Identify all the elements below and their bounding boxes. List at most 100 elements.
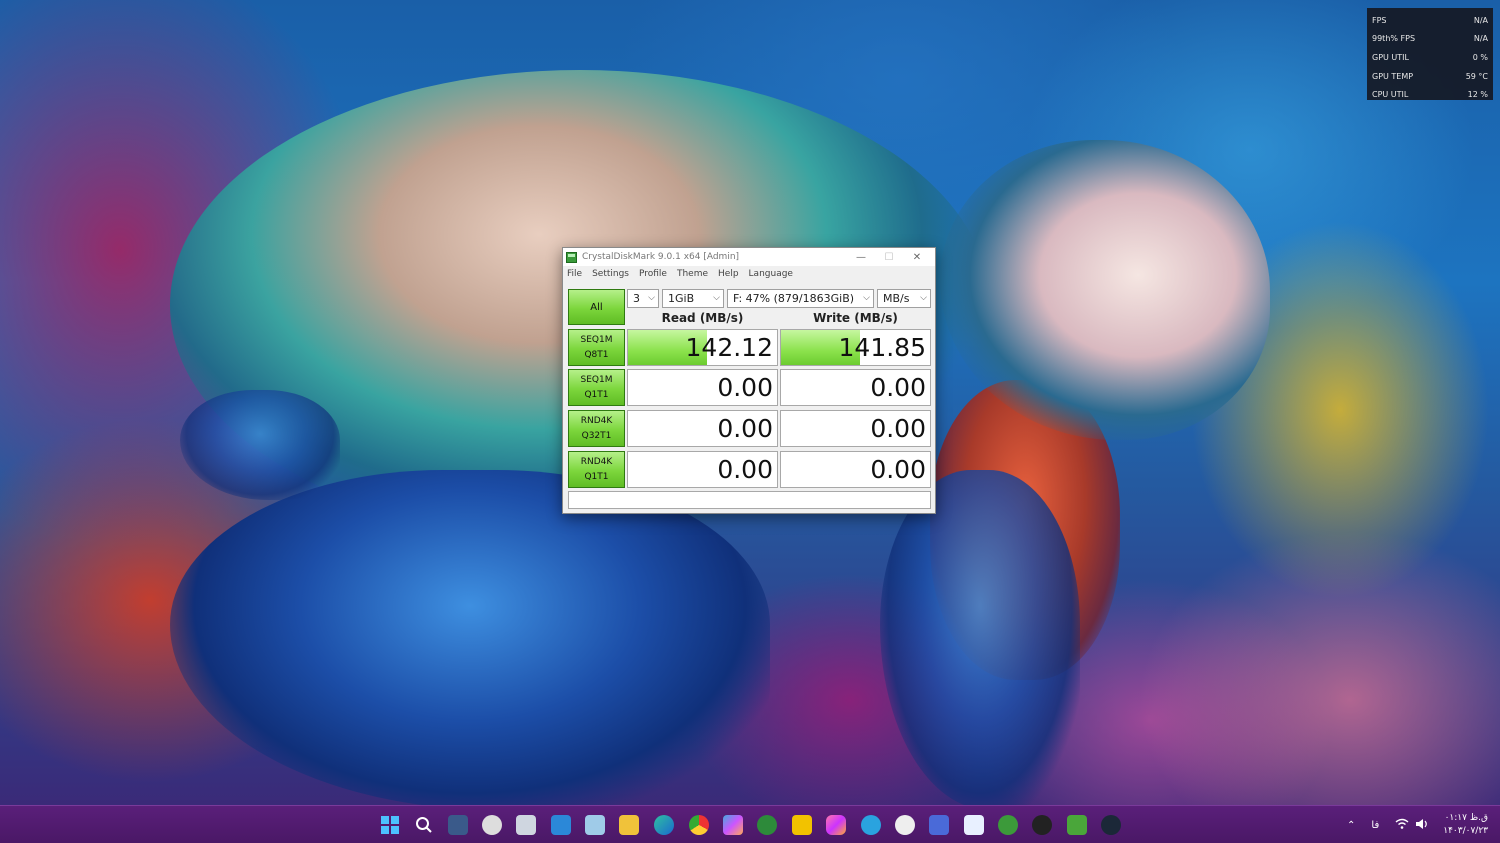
menu-language[interactable]: Language (749, 269, 793, 279)
write-result-seq1m-q8t1: 141.85 (780, 329, 931, 366)
clock-app-icon[interactable] (482, 815, 502, 835)
menu-theme[interactable]: Theme (677, 269, 708, 279)
unit-select[interactable]: MB/s ⌵ (877, 289, 931, 308)
overlay-value: 0 % (1472, 52, 1488, 62)
read-result-seq1m-q8t1: 142.12 (627, 329, 778, 366)
title-bar[interactable]: CrystalDiskMark 9.0.1 x64 [Admin] — ☐ ✕ (563, 248, 935, 266)
test-label: RND4K (580, 456, 613, 467)
overlay-row-gpu-temp: GPU TEMP 59 °C (1372, 67, 1488, 86)
maximize-button[interactable]: ☐ (875, 248, 903, 266)
turtle-rear-flipper (880, 470, 1080, 805)
count-select-value: 3 (633, 292, 640, 305)
test-label: Q32T1 (581, 430, 612, 441)
overlay-row-fps: FPS N/A (1372, 11, 1488, 30)
minimize-icon: — (856, 251, 866, 263)
write-result-rnd4k-q32t1: 0.00 (780, 410, 931, 447)
test-label: Q1T1 (584, 471, 609, 482)
steam-icon[interactable] (1101, 815, 1121, 835)
language-indicator[interactable]: فا (1371, 820, 1379, 831)
read-header: Read (MB/s) (661, 311, 744, 325)
all-button-label: All (590, 301, 603, 313)
telegram-icon[interactable] (861, 815, 881, 835)
drive-select[interactable]: F: 47% (879/1863GiB) ⌵ (727, 289, 874, 308)
menu-bar: File Settings Profile Theme Help Languag… (563, 266, 935, 282)
all-button[interactable]: All (568, 289, 625, 325)
overlay-value: 12 % (1467, 90, 1488, 100)
write-value: 0.00 (870, 373, 926, 402)
unit-select-value: MB/s (883, 292, 910, 305)
write-result-rnd4k-q1t1: 0.00 (780, 451, 931, 488)
copilot-icon[interactable] (723, 815, 743, 835)
read-result-seq1m-q1t1: 0.00 (627, 369, 778, 406)
window-title: CrystalDiskMark 9.0.1 x64 [Admin] (582, 252, 740, 262)
write-value: 141.85 (838, 333, 926, 362)
test-button-rnd4k-q32t1[interactable]: RND4K Q32T1 (568, 410, 625, 447)
menu-settings[interactable]: Settings (592, 269, 629, 279)
chrome-icon[interactable] (689, 815, 709, 835)
test-label: Q1T1 (584, 389, 609, 400)
count-select[interactable]: 3 ⌵ (627, 289, 659, 308)
wifi-icon[interactable] (1395, 818, 1409, 833)
overlay-label: 99th% FPS (1372, 34, 1416, 44)
write-value: 0.00 (870, 455, 926, 484)
write-value: 0.00 (870, 414, 926, 443)
chevron-down-icon: ⌵ (920, 293, 927, 303)
performance-overlay: FPS N/A 99th% FPS N/A GPU UTIL 0 % GPU TEMP… (1367, 8, 1493, 100)
crystaldiskmark-icon[interactable] (1067, 815, 1087, 835)
taskbar: ⌃ فا ۰۱:۱۷ ق.ظ ۱۴۰۳/۰۷/۲۳ (0, 805, 1500, 843)
photos-icon[interactable] (551, 815, 571, 835)
test-label: SEQ1M (580, 334, 613, 345)
clock-date: ۱۴۰۳/۰۷/۲۳ (1443, 826, 1488, 836)
minimize-button[interactable]: — (847, 248, 875, 266)
windows-start-icon[interactable] (380, 815, 400, 835)
overlay-value: N/A (1473, 15, 1488, 25)
overlay-value: 59 °C (1465, 71, 1488, 81)
edge-icon[interactable] (654, 815, 674, 835)
crystaldiskmark-window: CrystalDiskMark 9.0.1 x64 [Admin] — ☐ ✕ … (562, 247, 936, 514)
test-button-rnd4k-q1t1[interactable]: RND4K Q1T1 (568, 451, 625, 488)
comment-field[interactable] (568, 491, 931, 509)
file-explorer-icon[interactable] (448, 815, 468, 835)
screenshot-icon[interactable] (585, 815, 605, 835)
write-result-seq1m-q1t1: 0.00 (780, 369, 931, 406)
chevron-down-icon: ⌵ (713, 293, 720, 303)
read-value: 0.00 (717, 373, 773, 402)
test-label: Q8T1 (584, 349, 609, 360)
chevron-up-icon[interactable]: ⌃ (1347, 820, 1355, 831)
read-value: 142.12 (685, 333, 773, 362)
read-result-rnd4k-q32t1: 0.00 (627, 410, 778, 447)
menu-file[interactable]: File (567, 269, 582, 279)
test-button-seq1m-q1t1[interactable]: SEQ1M Q1T1 (568, 369, 625, 406)
app-icon[interactable] (792, 815, 812, 835)
volume-icon[interactable] (1415, 818, 1429, 833)
size-select[interactable]: 1GiB ⌵ (662, 289, 724, 308)
instagram-icon[interactable] (826, 815, 846, 835)
menu-help[interactable]: Help (718, 269, 739, 279)
calculator-icon[interactable] (516, 815, 536, 835)
overlay-row-99fps: 99th% FPS N/A (1372, 30, 1488, 49)
size-select-value: 1GiB (668, 292, 695, 305)
maximize-icon: ☐ (884, 251, 894, 263)
settings-icon[interactable] (1032, 815, 1052, 835)
turtle-front-flipper (170, 470, 770, 805)
drive-select-value: F: 47% (879/1863GiB) (733, 292, 855, 305)
menu-profile[interactable]: Profile (639, 269, 667, 279)
read-value: 0.00 (717, 414, 773, 443)
write-header: Write (MB/s) (813, 311, 898, 325)
overlay-row-cpu-util: CPU UTIL 12 % (1372, 85, 1488, 104)
close-icon: ✕ (912, 251, 922, 263)
overlay-label: FPS (1372, 15, 1387, 25)
folder-icon[interactable] (619, 815, 639, 835)
chart-icon[interactable] (929, 815, 949, 835)
close-button[interactable]: ✕ (903, 248, 931, 266)
clock[interactable]: ۰۱:۱۷ ق.ظ ۱۴۰۳/۰۷/۲۳ (1443, 812, 1488, 838)
xbox-game-icon[interactable] (998, 815, 1018, 835)
wordpress-icon[interactable] (895, 815, 915, 835)
system-tray: ⌃ فا ۰۱:۱۷ ق.ظ ۱۴۰۳/۰۷/۲۳ (1347, 810, 1488, 840)
test-label: RND4K (580, 415, 613, 426)
test-button-seq1m-q8t1[interactable]: SEQ1M Q8T1 (568, 329, 625, 366)
search-icon[interactable] (414, 815, 434, 835)
xbox-icon[interactable] (757, 815, 777, 835)
window-icon[interactable] (964, 815, 984, 835)
overlay-row-gpu-util: GPU UTIL 0 % (1372, 48, 1488, 67)
